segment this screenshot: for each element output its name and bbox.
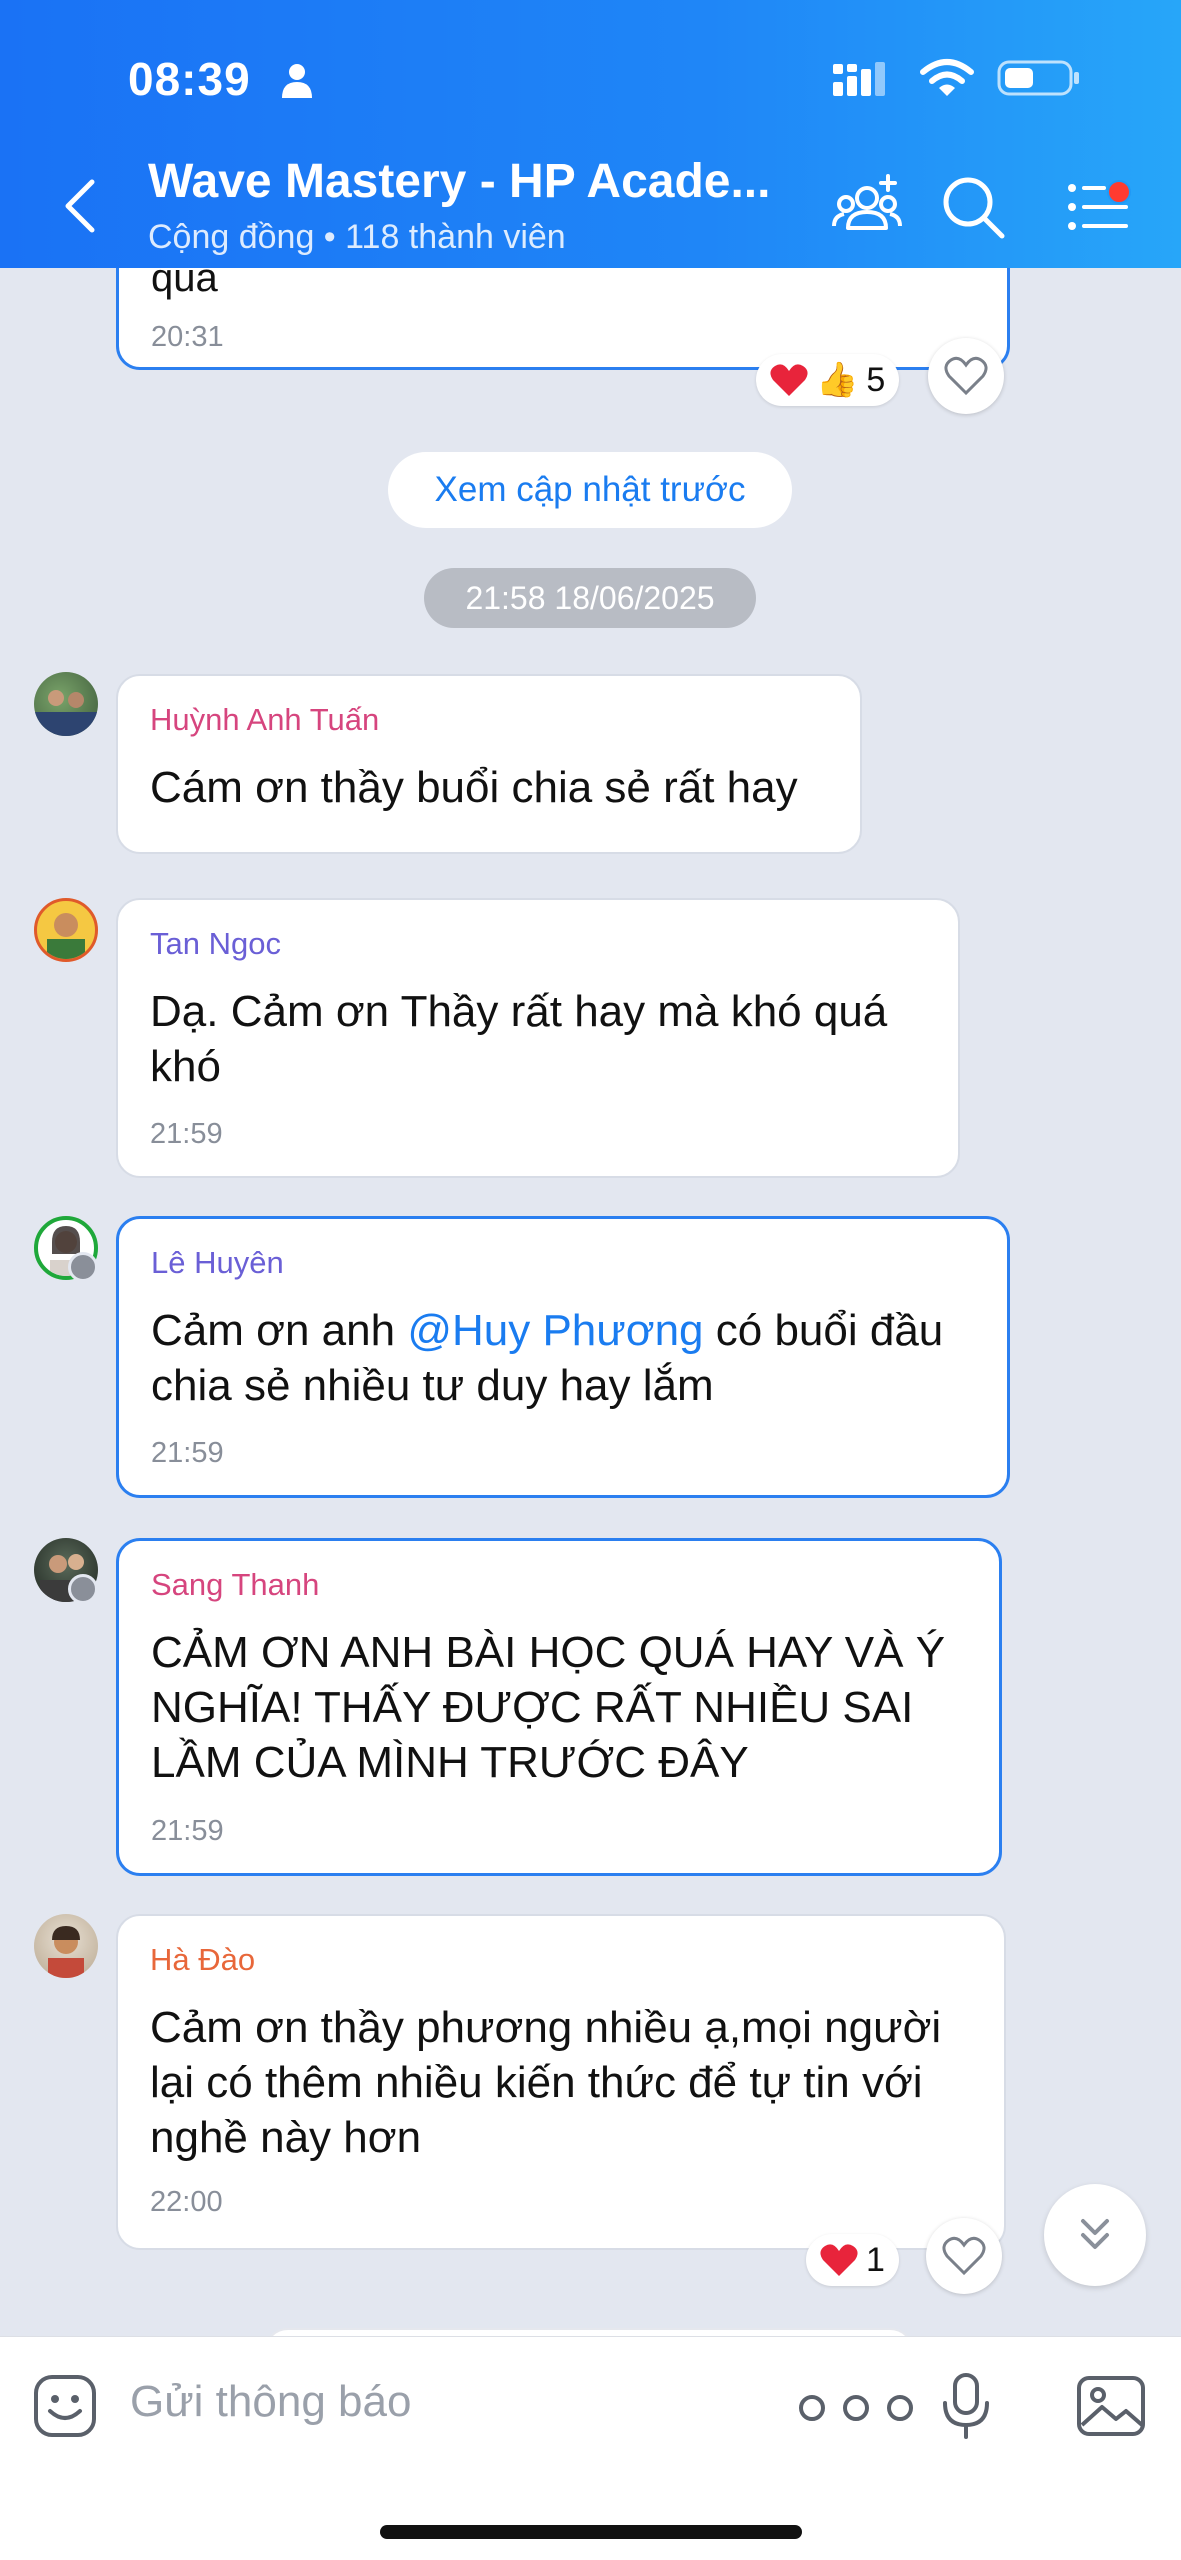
- avatar[interactable]: [34, 898, 98, 962]
- avatar[interactable]: [34, 672, 98, 736]
- battery-icon: [997, 60, 1079, 96]
- reaction-count: 1: [866, 2240, 885, 2279]
- more-options-icon[interactable]: [796, 2393, 916, 2423]
- admin-key-icon: [68, 1574, 98, 1604]
- reaction-summary[interactable]: 👍 5: [756, 354, 900, 406]
- scroll-to-bottom-button[interactable]: [1044, 2184, 1146, 2286]
- message-bubble[interactable]: Huỳnh Anh Tuấn Cám ơn thầy buổi chia sẻ …: [116, 674, 862, 854]
- sender-name: Lê Huyên: [151, 1245, 284, 1280]
- sender-name: Tan Ngoc: [150, 926, 281, 961]
- image-gallery-icon[interactable]: [1076, 2375, 1146, 2437]
- chat-area[interactable]: quá 20:31 👍 5 Xem cập nhật trước 21:58 1…: [0, 268, 1181, 2336]
- message-time: 22:00: [150, 2186, 223, 2218]
- message-text-segment: Cảm ơn anh: [151, 1306, 408, 1355]
- message-text-line: chia sẻ nhiều tư duy hay lắm: [151, 1361, 714, 1410]
- group-subtitle[interactable]: Cộng đồng • 118 thành viên: [148, 218, 566, 257]
- react-button[interactable]: [926, 2218, 1002, 2294]
- message-text-line: Cảm ơn anh @Huy Phương có buổi đầu: [151, 1303, 943, 1358]
- message-text-line: khó: [150, 1042, 221, 1091]
- heart-reaction-icon: [770, 364, 808, 396]
- message-text-line: LẦM CỦA MÌNH TRƯỚC ĐÂY: [151, 1738, 749, 1787]
- message-text-segment: có buổi đầu: [703, 1306, 944, 1355]
- like-reaction-icon: 👍: [816, 361, 859, 399]
- sender-name: Hà Đào: [150, 1942, 256, 1977]
- message-bubble[interactable]: Tan Ngoc Dạ. Cảm ơn Thầy rất hay mà khó …: [116, 898, 960, 1178]
- message-time: 20:31: [151, 321, 224, 353]
- load-previous-button[interactable]: Xem cập nhật trước: [388, 452, 792, 528]
- message-text-line: NGHĨA! THẤY ĐƯỢC RẤT NHIỀU SAI: [151, 1683, 914, 1732]
- reaction-summary[interactable]: 1: [806, 2234, 899, 2286]
- search-icon[interactable]: [938, 172, 1008, 242]
- message-time: 21:59: [151, 1437, 224, 1469]
- double-chevron-down-icon: [1081, 2219, 1109, 2249]
- mention-link[interactable]: @Huy Phương: [407, 1306, 703, 1355]
- sender-name: Sang Thanh: [151, 1567, 320, 1602]
- back-chevron-icon[interactable]: [60, 178, 100, 234]
- message-text-line: lại có thêm nhiều kiến thức để tự tin vớ…: [150, 2058, 923, 2107]
- signal-icon: [833, 62, 885, 96]
- avatar[interactable]: [34, 1914, 98, 1978]
- message-bubble[interactable]: Lê Huyên Cảm ơn anh @Huy Phương có buổi …: [116, 1216, 1010, 1498]
- status-time: 08:39: [128, 53, 251, 105]
- sticker-icon[interactable]: [32, 2373, 98, 2439]
- message-text-line: nghề này hơn: [150, 2113, 422, 2162]
- message-time: 21:59: [151, 1815, 224, 1847]
- message-text-line: CẢM ƠN ANH BÀI HỌC QUÁ HAY VÀ Ý: [151, 1628, 946, 1677]
- microphone-icon[interactable]: [940, 2371, 992, 2441]
- date-separator: 21:58 18/06/2025: [424, 568, 756, 628]
- app-header: 08:39 Wave Mastery - HP Acade... Cộng đồ…: [0, 0, 1181, 268]
- react-button[interactable]: [928, 338, 1004, 414]
- message-bubble[interactable]: Sang Thanh CẢM ƠN ANH BÀI HỌC QUÁ HAY VÀ…: [116, 1538, 1002, 1876]
- message-time: 21:59: [150, 1118, 223, 1150]
- heart-outline-icon: [944, 356, 988, 396]
- add-member-icon[interactable]: [832, 172, 902, 242]
- message-bubble[interactable]: Hà Đào Cảm ơn thầy phương nhiều ạ,mọi ng…: [116, 1914, 1006, 2250]
- reaction-count: 5: [866, 360, 886, 399]
- status-icons: [833, 58, 1081, 98]
- heart-reaction-icon: [820, 2244, 858, 2276]
- admin-key-icon: [68, 1252, 98, 1282]
- composer-bar: Gửi thông báo: [0, 2336, 1181, 2560]
- home-indicator: [380, 2525, 802, 2539]
- message-bubble-next[interactable]: [264, 2328, 914, 2336]
- message-text-line: Cảm ơn thầy phương nhiều ạ,mọi người: [150, 2003, 942, 2052]
- wifi-icon: [920, 59, 974, 96]
- message-text: Cám ơn thầy buổi chia sẻ rất hay: [150, 763, 798, 812]
- message-input[interactable]: Gửi thông báo: [130, 2377, 411, 2427]
- group-title[interactable]: Wave Mastery - HP Acade...: [148, 154, 770, 209]
- message-text: quá: [151, 268, 218, 300]
- notification-dot: [1107, 180, 1131, 204]
- person-icon: [282, 64, 312, 98]
- sender-name: Huỳnh Anh Tuấn: [150, 702, 380, 737]
- message-text-line: Dạ. Cảm ơn Thầy rất hay mà khó quá: [150, 987, 888, 1036]
- heart-outline-icon: [942, 2236, 986, 2276]
